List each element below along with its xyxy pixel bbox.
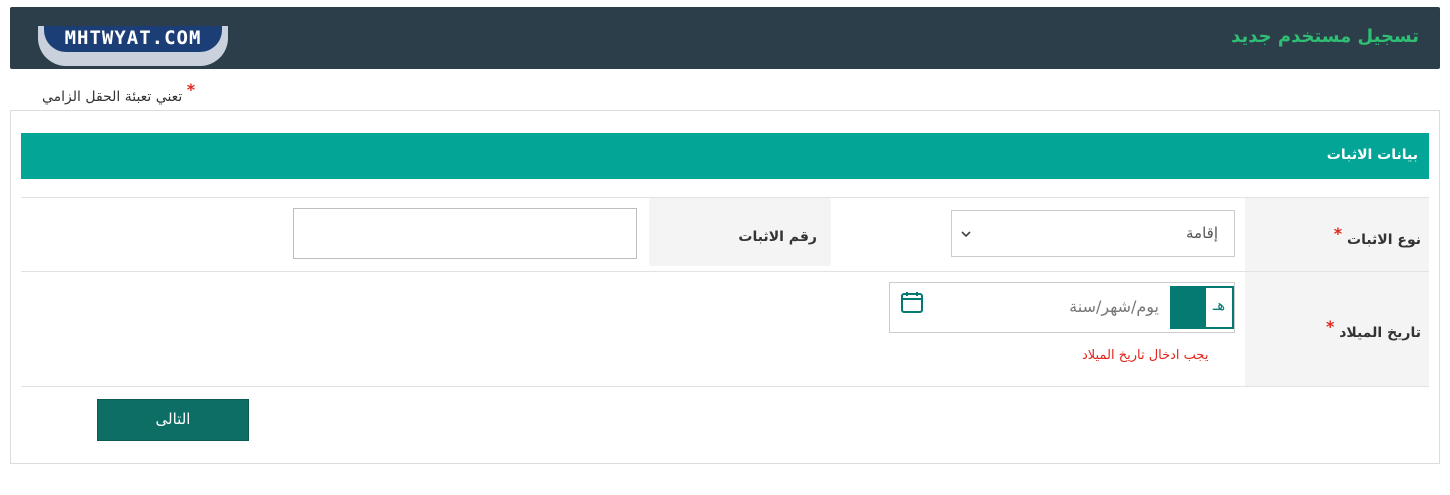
form-card: بيانات الاثبات نوع الاثبات * إقامة رقم ا…: [10, 110, 1440, 464]
required-star: *: [1325, 317, 1335, 336]
birth-date-placeholder: يوم/شهر/سنة: [1069, 297, 1159, 316]
hijri-toggle-label: هـ: [1206, 288, 1232, 327]
next-button[interactable]: التالى: [97, 399, 249, 441]
required-star: *: [186, 80, 196, 99]
id-type-select[interactable]: إقامة: [951, 210, 1235, 257]
logo-text: MHTWYAT.COM: [44, 26, 222, 52]
page-title: تسجيل مستخدم جديد: [1231, 26, 1419, 47]
hijri-toggle-button[interactable]: هـ: [1170, 286, 1234, 329]
birth-date-field[interactable]: هـ يوم/شهر/سنة: [889, 282, 1235, 333]
id-type-label: نوع الاثبات *: [1333, 224, 1421, 248]
required-star: *: [1333, 224, 1343, 243]
top-header: MHTWYAT.COM تسجيل مستخدم جديد: [10, 7, 1440, 69]
required-note: * تعني تعبئة الحقل الزامي: [42, 80, 195, 105]
birth-date-error: يجب ادخال تاريخ الميلاد: [1082, 348, 1209, 363]
id-number-input[interactable]: [293, 208, 637, 259]
row-divider: [21, 386, 1429, 387]
site-logo[interactable]: MHTWYAT.COM: [38, 26, 228, 66]
section-header: بيانات الاثبات: [21, 133, 1429, 179]
birth-date-label-cell: تاريخ الميلاد *: [1245, 272, 1429, 386]
calendar-icon[interactable]: [900, 290, 924, 314]
row-divider: [21, 271, 1429, 272]
birth-date-label: تاريخ الميلاد *: [1325, 317, 1421, 341]
id-type-selected-value: إقامة: [1186, 224, 1218, 242]
id-number-label: رقم الاثبات: [738, 229, 817, 245]
id-number-label-cell: رقم الاثبات: [649, 198, 831, 266]
section-title: بيانات الاثبات: [1326, 147, 1418, 163]
required-note-text: تعني تعبئة الحقل الزامي: [42, 89, 183, 105]
chevron-down-icon: [961, 231, 971, 238]
id-type-label-cell: نوع الاثبات *: [1245, 198, 1429, 271]
